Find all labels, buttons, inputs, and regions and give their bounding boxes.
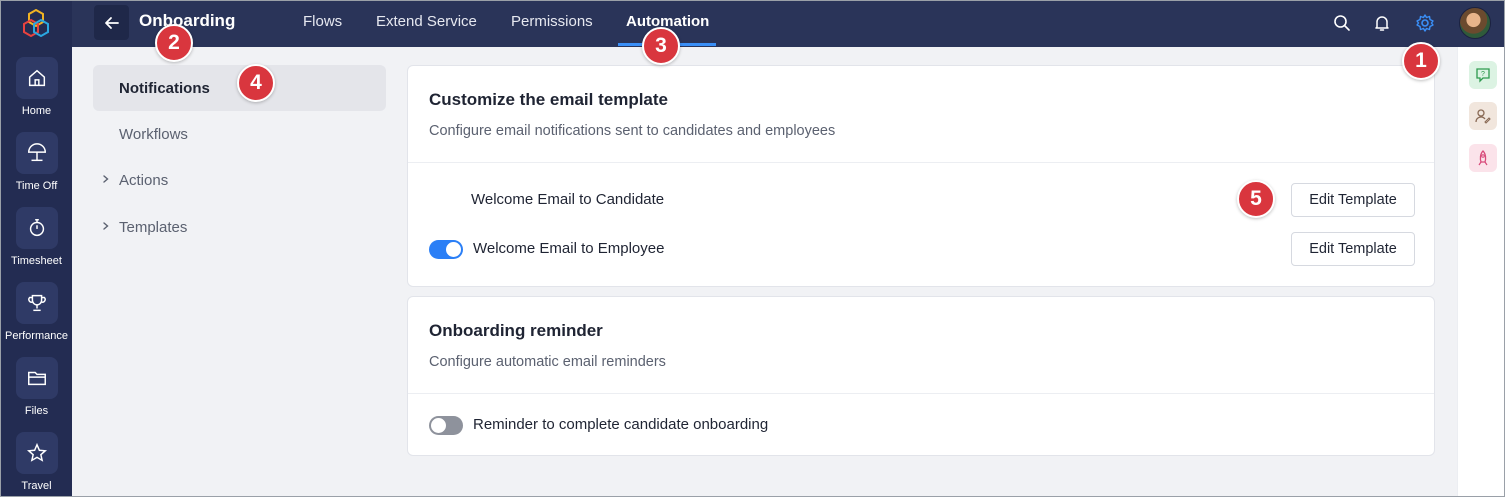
subnav-item-workflows[interactable]: Workflows — [93, 111, 386, 157]
subnav-item-templates[interactable]: Templates — [93, 204, 386, 250]
card-description: Configure automatic email reminders — [429, 354, 666, 370]
rail-item-label: Performance — [5, 330, 68, 342]
rail-item-timesheet[interactable]: Timesheet — [1, 207, 72, 282]
beach-umbrella-icon — [15, 132, 58, 174]
utility-rail: ? — [1457, 47, 1504, 496]
rocket-icon[interactable] — [1469, 144, 1497, 172]
rail-item-label: Timesheet — [11, 255, 62, 267]
edit-template-button[interactable]: Edit Template — [1291, 183, 1415, 217]
help-chat-icon[interactable]: ? — [1469, 61, 1497, 89]
rail-item-home[interactable]: Home — [1, 57, 72, 132]
rail-item-label: Travel — [21, 480, 52, 492]
page-title: Onboarding — [139, 11, 236, 30]
gear-icon[interactable] — [1413, 11, 1437, 35]
chevron-right-icon — [103, 175, 109, 183]
tab-permissions[interactable]: Permissions — [511, 13, 593, 30]
app-window: Home Time Off Timesheet Performance File… — [0, 0, 1505, 497]
rail-item-label: Time Off — [15, 180, 58, 192]
callout-badge-1: 1 — [1402, 42, 1440, 80]
card-title: Onboarding reminder — [429, 321, 603, 340]
callout-badge-5: 5 — [1237, 180, 1275, 218]
rail-item-files[interactable]: Files — [1, 357, 72, 432]
app-logo-icon[interactable] — [23, 9, 49, 37]
divider — [408, 162, 1434, 163]
rail-item-time-off[interactable]: Time Off — [1, 132, 72, 207]
reminder-toggle[interactable] — [429, 416, 463, 435]
search-icon[interactable] — [1330, 11, 1354, 35]
chevron-right-icon — [103, 222, 109, 230]
rail-item-label: Home — [21, 105, 52, 117]
rail-item-label: Files — [24, 405, 49, 417]
trophy-icon — [15, 282, 58, 324]
tab-extend-service[interactable]: Extend Service — [376, 13, 477, 30]
callout-badge-4: 4 — [237, 64, 275, 102]
subnav-item-label: Notifications — [119, 79, 210, 97]
arrow-left-icon — [104, 16, 119, 29]
tab-flows[interactable]: Flows — [303, 13, 342, 30]
star-icon — [15, 432, 58, 474]
subnav-item-actions[interactable]: Actions — [93, 157, 386, 203]
settings-subnav: Notifications Workflows Actions Template… — [72, 47, 402, 496]
email-template-card: Customize the email template Configure e… — [407, 65, 1435, 287]
welcome-employee-toggle[interactable] — [429, 240, 463, 259]
reminder-row-label: Reminder to complete candidate onboardin… — [473, 416, 769, 433]
email-row-label: Welcome Email to Candidate — [471, 191, 665, 208]
email-row-label: Welcome Email to Employee — [473, 240, 665, 257]
top-bar: Onboarding Flows Extend Service Permissi… — [72, 1, 1504, 47]
card-description: Configure email notifications sent to ca… — [429, 123, 836, 139]
rail-item-travel[interactable]: Travel — [1, 432, 72, 496]
subnav-item-label: Templates — [119, 218, 188, 236]
edit-template-button[interactable]: Edit Template — [1291, 232, 1415, 266]
callout-badge-3: 3 — [642, 27, 680, 65]
callout-badge-2: 2 — [155, 24, 193, 62]
rail-item-performance[interactable]: Performance — [1, 282, 72, 357]
subnav-item-label: Workflows — [119, 125, 188, 143]
stopwatch-icon — [15, 207, 58, 249]
divider — [408, 393, 1434, 394]
folder-icon — [15, 357, 58, 399]
onboarding-reminder-card: Onboarding reminder Configure automatic … — [407, 296, 1435, 456]
user-edit-icon[interactable] — [1469, 102, 1497, 130]
left-rail: Home Time Off Timesheet Performance File… — [1, 1, 72, 496]
bell-icon[interactable] — [1370, 11, 1394, 35]
back-button[interactable] — [94, 5, 129, 40]
card-title: Customize the email template — [429, 90, 669, 109]
subnav-item-label: Actions — [119, 171, 169, 189]
avatar[interactable] — [1459, 7, 1491, 39]
svg-text:?: ? — [1481, 71, 1485, 78]
home-icon — [15, 57, 58, 99]
